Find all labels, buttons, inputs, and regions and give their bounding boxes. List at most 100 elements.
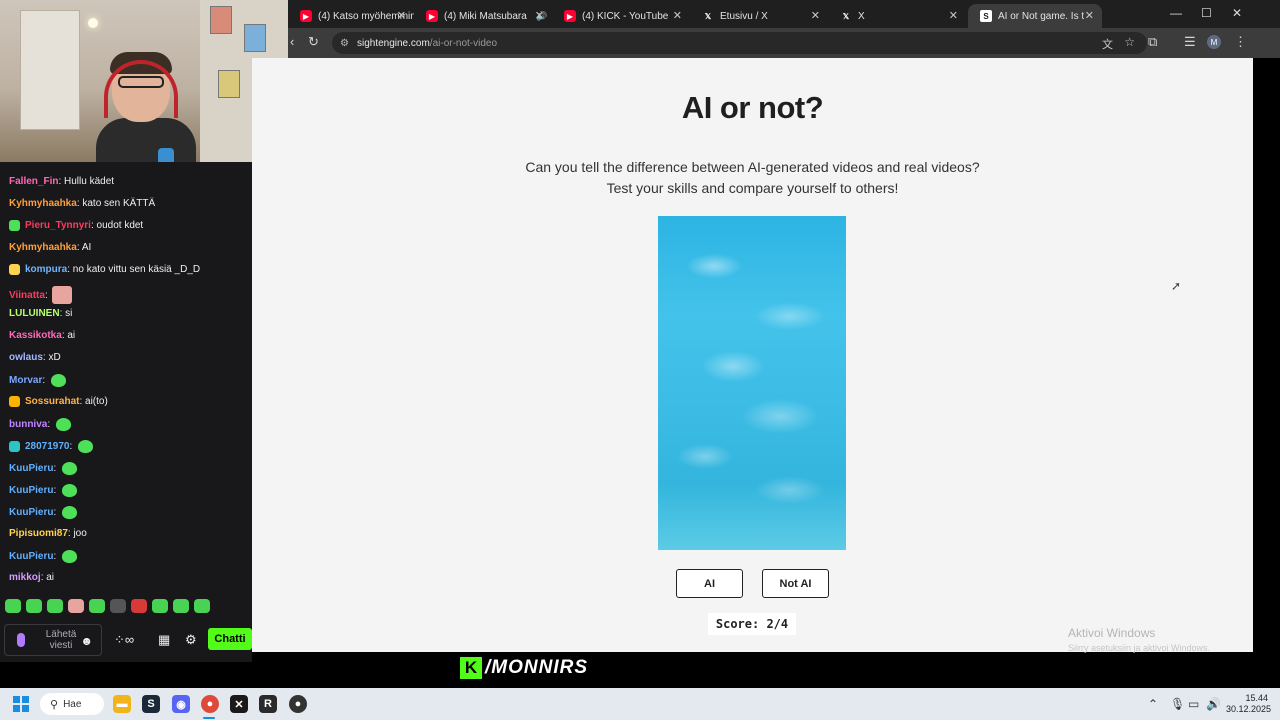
chat-message: Morvar: [9, 374, 67, 387]
profile-avatar[interactable]: M [1207, 35, 1221, 49]
browser-tab[interactable]: 𝕏 Etusivu / X ✕ [690, 4, 828, 28]
browser-toolbar: ‹ ↻ ⚙ sightengine.com /ai-or-not-video 文… [288, 28, 1280, 58]
maximize-icon[interactable]: ☐ [1201, 6, 1212, 20]
chat-username[interactable]: 28071970 [25, 441, 70, 452]
bookmark-star-icon[interactable]: ☆ [1124, 35, 1135, 49]
back-icon[interactable]: ‹ [290, 34, 294, 49]
chat-message: bunniva: [9, 418, 72, 431]
chat-tools-icon[interactable]: ⁘∞ [114, 632, 134, 648]
volume-icon[interactable]: 🔊 [1206, 697, 1221, 711]
emote-icon[interactable] [173, 599, 189, 613]
browser-tab[interactable]: 𝕏 X ✕ [828, 4, 966, 28]
emote-icon[interactable] [110, 599, 126, 613]
gear-icon[interactable]: ⚙ [185, 632, 197, 648]
microphone-icon [158, 148, 174, 162]
close-tab-icon[interactable]: ✕ [673, 9, 682, 22]
windows-start-icon[interactable] [13, 696, 29, 712]
chat-username[interactable]: Kyhmyhaahka [9, 242, 77, 253]
media-controls-icon[interactable]: ☰ [1184, 34, 1196, 50]
emote-icon[interactable] [131, 599, 147, 613]
close-tab-icon[interactable]: ✕ [397, 9, 406, 22]
browser-tab[interactable]: ▶ (4) KICK - YouTube ✕ [552, 4, 690, 28]
emote-icon[interactable] [152, 599, 168, 613]
minimize-icon[interactable]: — [1170, 6, 1182, 20]
emote-icon[interactable] [47, 599, 63, 613]
send-chat-button[interactable]: Chatti [208, 628, 252, 650]
microphone-icon[interactable] [17, 633, 25, 647]
chat-emote-icon [62, 506, 78, 519]
chat-username[interactable]: Sossurahat [25, 396, 79, 407]
store-icon[interactable]: ▦ [158, 632, 170, 648]
chat-username[interactable]: KuuPieru [9, 463, 53, 474]
emoji-icon[interactable]: ☻ [80, 634, 93, 648]
close-window-icon[interactable]: ✕ [1232, 6, 1242, 20]
chat-username[interactable]: KuuPieru [9, 485, 53, 496]
browser-tab-active[interactable]: S AI or Not game. Is this vi ✕ [968, 4, 1102, 28]
chat-emote-icon [56, 418, 72, 431]
emote-icon[interactable] [89, 599, 105, 613]
chat-username[interactable]: Pipisuomi87 [9, 528, 68, 539]
emote-bar[interactable] [5, 599, 210, 613]
url-path: /ai-or-not-video [429, 37, 498, 49]
chat-username[interactable]: Morvar [9, 375, 42, 386]
page-description: Can you tell the difference between AI-g… [252, 157, 1253, 199]
webcam-overlay [0, 0, 288, 162]
discord-icon[interactable]: ◉ [172, 695, 190, 713]
chat-username[interactable]: KuuPieru [9, 551, 53, 562]
chat-username[interactable]: Pieru_Tynnyri [25, 220, 91, 231]
chat-username[interactable]: bunniva [9, 419, 47, 430]
chat-username[interactable]: Fallen_Fin [9, 176, 58, 187]
close-tab-icon[interactable]: ✕ [535, 9, 544, 22]
menu-kebab-icon[interactable]: ⋮ [1234, 34, 1247, 50]
capcut-icon[interactable]: ✕ [230, 695, 248, 713]
tab-title: Etusivu / X [720, 10, 768, 22]
x-icon: 𝕏 [704, 11, 712, 21]
ai-button[interactable]: AI [676, 569, 743, 598]
chat-text: : joo [67, 528, 87, 539]
chat-username[interactable]: owlaus [9, 352, 43, 363]
clock-date: 30.12.2025 [1226, 704, 1272, 714]
not-ai-button[interactable]: Not AI [762, 569, 829, 598]
chat-username[interactable]: Kyhmyhaahka [9, 198, 77, 209]
chat-username[interactable]: Kassikotka [9, 330, 62, 341]
emote-icon[interactable] [5, 599, 21, 613]
emote-icon[interactable] [194, 599, 210, 613]
translate-icon[interactable]: 文 [1102, 36, 1113, 52]
emote-icon[interactable] [68, 599, 84, 613]
close-tab-icon[interactable]: ✕ [811, 9, 820, 22]
browser-tab-strip: ▶ (4) Katso myöhemmin - Y ✕ ▶ (4) Miki M… [288, 0, 1280, 28]
close-tab-icon[interactable]: ✕ [949, 9, 958, 22]
chat-username[interactable]: KuuPieru [9, 507, 53, 518]
chat-message: KuuPieru: [9, 506, 78, 519]
search-icon: ⚲ [50, 698, 59, 711]
chat-message-input[interactable]: Lähetä viesti ☻ [4, 624, 102, 656]
app-icon[interactable]: ● [289, 695, 307, 713]
chat-username[interactable]: kompura [25, 264, 67, 275]
site-info-icon[interactable]: ⚙ [340, 38, 349, 49]
browser-tab[interactable]: ▶ (4) Katso myöhemmin - Y ✕ [288, 4, 414, 28]
extensions-icon[interactable]: ⧉ [1148, 34, 1157, 50]
chat-username[interactable]: Viinatta [9, 290, 45, 301]
tray-overflow-icon[interactable]: ⌃ [1148, 697, 1158, 711]
video-player[interactable] [658, 216, 846, 550]
chat-username[interactable]: mikkoj [9, 572, 41, 583]
chat-message: Fallen_Fin: Hullu kädet [9, 176, 114, 187]
address-bar[interactable]: ⚙ sightengine.com /ai-or-not-video 文 ☆ [332, 32, 1147, 54]
microphone-icon[interactable]: 🎙 [1170, 697, 1185, 711]
steam-icon[interactable]: S [142, 695, 160, 713]
close-tab-icon[interactable]: ✕ [1085, 9, 1094, 22]
emote-icon[interactable] [26, 599, 42, 613]
chat-message: Viinatta: [9, 286, 72, 304]
taskbar-search-label: Hae [63, 698, 82, 710]
network-icon[interactable]: ▭ [1188, 697, 1199, 711]
reload-icon[interactable]: ↻ [308, 34, 319, 50]
chat-text: : [53, 551, 57, 562]
system-clock[interactable]: 15.44 30.12.2025 [1226, 693, 1272, 715]
chrome-icon[interactable]: ● [201, 695, 219, 713]
browser-tab[interactable]: ▶ (4) Miki Matsubara - 🔊 ✕ [414, 4, 552, 28]
taskbar-search[interactable]: ⚲ Hae [40, 693, 104, 715]
chat-username[interactable]: LULUINEN [9, 308, 60, 319]
file-explorer-icon[interactable]: ▬ [113, 695, 131, 713]
sightengine-icon: S [980, 10, 992, 22]
obs-icon[interactable]: R [259, 695, 277, 713]
